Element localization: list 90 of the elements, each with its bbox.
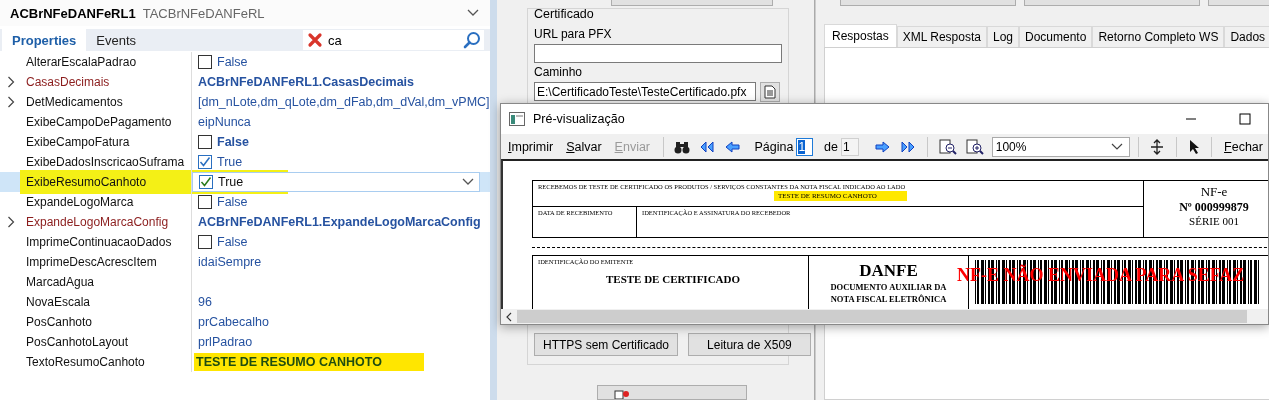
group-title: Certificado [534, 7, 595, 21]
cursor-icon [1187, 138, 1200, 155]
page-field[interactable]: 1 [796, 137, 814, 156]
tab[interactable]: XML Resposta [896, 26, 987, 47]
property-name[interactable]: DetMedicamentos [22, 92, 192, 112]
zoom-out-icon [938, 138, 957, 155]
zoom-in-icon [965, 138, 984, 155]
property-name[interactable]: CasasDecimais [22, 72, 192, 92]
clear-icon [307, 32, 323, 48]
danfe-subtitle: NOTA FISCAL ELETRÔNICA [829, 293, 948, 305]
property-value: False [217, 135, 249, 149]
field-label: Caminho [534, 65, 584, 79]
property-name[interactable]: MarcadAgua [22, 272, 192, 292]
print-button[interactable]: Imprimir [503, 139, 559, 154]
property-name[interactable]: ExibeCampoDePagamento [22, 112, 192, 132]
double-right-arrow-icon [900, 139, 917, 154]
property-value: ACBrNFeDANFeRL1.ExpandeLogoMarcaConfig [198, 215, 481, 229]
property-value: ACBrNFeDANFeRL1.CasasDecimais [198, 75, 415, 89]
resize-icon [1149, 138, 1166, 155]
danfe-subtitle: DOCUMENTO AUXILIAR DA [829, 281, 948, 293]
cut-off-button[interactable] [597, 385, 747, 400]
component-type: TACBrNFeDANFeRL [142, 5, 265, 21]
of-label: de [824, 139, 838, 154]
input-field[interactable] [534, 44, 782, 63]
chevron-down-icon [466, 8, 480, 18]
checkbox[interactable] [198, 235, 212, 249]
component-name: ACBrNFeDANFeRL1 [10, 5, 136, 21]
nfe-number: Nº 000999879 [1179, 200, 1249, 215]
tab[interactable]: Dados [1224, 26, 1269, 47]
double-left-arrow-icon [699, 139, 716, 154]
checkbox[interactable] [198, 135, 212, 149]
binoculars-icon [674, 139, 691, 154]
property-value: TESTE DE RESUMO CANHOTO [194, 353, 424, 371]
nfe-label: NF-e [1200, 184, 1228, 200]
property-name[interactable]: AlterarEscalaPadrao [22, 52, 192, 72]
maximize-icon [1239, 113, 1251, 125]
property-value: True [218, 175, 244, 189]
property-value: True [217, 155, 243, 169]
property-value: eipNunca [198, 115, 251, 129]
issuer-name: TESTE DE CERTIFICADO [604, 273, 742, 285]
property-value: idaiSempre [198, 255, 262, 269]
property-value: False [217, 195, 248, 209]
property-value: prlPadrao [198, 335, 253, 349]
search-field[interactable]: ca [303, 30, 484, 50]
checkbox[interactable] [198, 155, 212, 169]
inspector-tab[interactable]: Properties [2, 29, 87, 51]
close-button[interactable]: Fechar [1219, 139, 1268, 154]
checkbox[interactable] [198, 55, 212, 69]
property-name[interactable]: NovaEscala [22, 292, 192, 312]
window-icon [509, 112, 525, 126]
browse-button[interactable] [760, 82, 780, 102]
button[interactable]: Leitura de X509 [688, 333, 811, 356]
property-value: 96 [198, 295, 212, 309]
window-title: Pré-visualização [533, 112, 625, 126]
zoom-dropdown[interactable]: 100% [991, 136, 1130, 157]
inspector-tab[interactable]: Events [86, 29, 147, 51]
tab[interactable]: Retorno Completo WS [1092, 26, 1225, 47]
checkbox[interactable] [199, 175, 213, 189]
right-arrow-icon [875, 139, 892, 154]
property-name[interactable]: PosCanhoto [22, 312, 192, 332]
property-name[interactable]: TextoResumoCanhoto [22, 352, 192, 372]
save-button[interactable]: Salvar [561, 139, 607, 154]
field-label: URL para PFX [534, 27, 613, 41]
tab[interactable]: Respostas [824, 24, 897, 47]
input-field[interactable]: E:\CertificadoTeste\TesteCertificado.pfx [534, 82, 757, 101]
page-label: Página [754, 139, 794, 154]
file-icon [764, 85, 777, 99]
property-value: [dm_nLote,dm_qLote,dm_dFab,dm_dVal,dm_vPMC] [198, 95, 490, 109]
page-count-field: 1 [840, 137, 860, 156]
property-name[interactable]: ExpandeLogoMarcaConfig [22, 212, 192, 232]
property-name[interactable]: ImprimeContinuacaoDados [22, 232, 192, 252]
tab[interactable]: Log [986, 26, 1019, 47]
left-arrow-icon [724, 139, 741, 154]
scroll-left-icon [505, 311, 513, 322]
property-name[interactable]: ExibeCampoFatura [22, 132, 192, 152]
document-icon [614, 389, 630, 399]
horizontal-scrollbar[interactable] [501, 309, 1268, 324]
chevron-down-icon [1110, 142, 1123, 151]
series-label: SÉRIE 001 [1189, 215, 1239, 227]
dropdown-icon [461, 177, 475, 187]
property-name[interactable]: PosCanhotoLayout [22, 332, 192, 352]
tab[interactable]: Documento [1019, 26, 1093, 47]
property-name[interactable]: ExpandeLogoMarca [22, 192, 192, 212]
checkbox[interactable] [198, 195, 212, 209]
search-icon [463, 31, 481, 49]
property-value: prCabecalho [198, 315, 269, 329]
button[interactable]: HTTPS sem Certificado [534, 333, 679, 356]
property-name[interactable]: ImprimeDescAcrescItem [22, 252, 192, 272]
property-value: False [217, 55, 248, 69]
property-value: False [217, 235, 248, 249]
